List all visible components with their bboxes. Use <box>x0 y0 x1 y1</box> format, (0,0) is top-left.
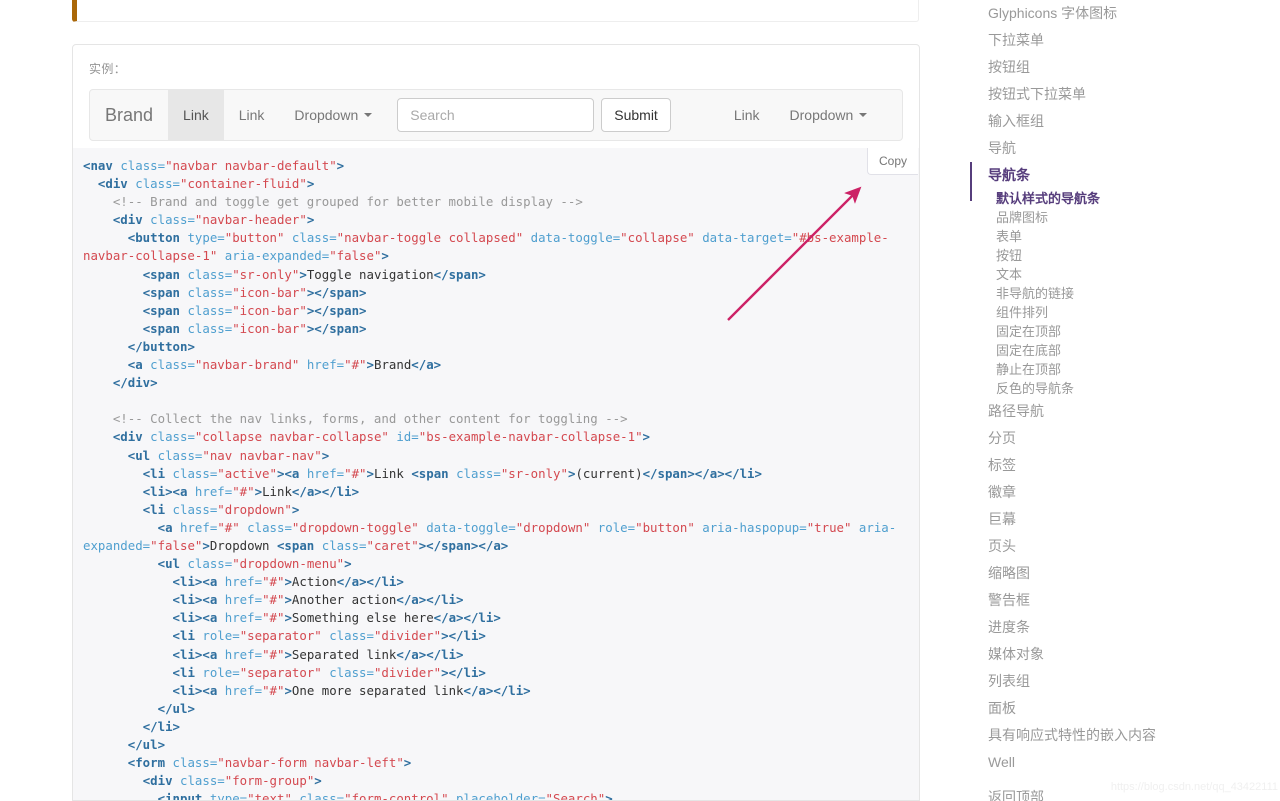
code-line: </ul> <box>157 700 195 716</box>
sidebar-item[interactable]: Well <box>950 749 1280 776</box>
code-line: <form class="navbar-form navbar-left"> <box>127 755 412 771</box>
sidebar-item[interactable]: 媒体对象 <box>950 641 1280 668</box>
navbar-link-right[interactable]: Link <box>719 90 775 140</box>
code-line: <li class="dropdown"> <box>142 501 300 517</box>
navbar-brand-link[interactable]: Brand <box>90 90 168 140</box>
code-line: <ul class="nav navbar-nav"> <box>127 447 330 463</box>
sidebar-subitem[interactable]: 非导航的链接 <box>950 284 1280 303</box>
navbar-dropdown-left[interactable]: Dropdown <box>279 90 387 140</box>
sidebar-item[interactable]: 按钮式下拉菜单 <box>950 81 1280 108</box>
sidebar-item[interactable]: 导航条 <box>950 162 1280 201</box>
sidebar-item[interactable]: 巨幕 <box>950 506 1280 533</box>
code-line: <li><a href="#">Separated link</a></li> <box>172 646 464 662</box>
navbar-dropdown-left-label: Dropdown <box>294 107 359 123</box>
sidebar-subitem[interactable]: 反色的导航条 <box>950 379 1280 398</box>
sidebar-item[interactable]: 标签 <box>950 452 1280 479</box>
sidebar-subitem[interactable]: 默认样式的导航条 <box>950 189 1280 208</box>
sidebar-subitem[interactable]: 静止在顶部 <box>950 360 1280 379</box>
sidebar-subitem[interactable]: 文本 <box>950 265 1280 284</box>
code-line: </button> <box>127 338 195 354</box>
code-line: </ul> <box>127 737 166 752</box>
code-line: <input type="text" class="form-control" … <box>157 791 613 801</box>
code-line: <li role="separator" class="divider"></l… <box>172 664 486 680</box>
code-line: <button type="button" class="navbar-togg… <box>83 230 889 264</box>
code-line: <div class="navbar-header"> <box>112 212 315 228</box>
sidebar-item[interactable]: 进度条 <box>950 614 1280 641</box>
caret-down-icon <box>364 113 373 117</box>
code-line: <div class="form-group"> <box>142 773 322 789</box>
code-line: <span class="sr-only">Toggle navigation<… <box>142 266 486 282</box>
example-panel: 实例： Brand Link Link Dropdown Submit L <box>72 44 920 158</box>
main-content-column: 实例： Brand Link Link Dropdown Submit L <box>0 0 950 801</box>
code-line: <li><a href="#">Link</a></li> <box>142 483 360 499</box>
sidebar-subitem[interactable]: 表单 <box>950 227 1280 246</box>
sidebar-subitem[interactable]: 按钮 <box>950 246 1280 265</box>
code-line: <li><a href="#">Action</a></li> <box>172 574 404 590</box>
code-line: <nav class="navbar navbar-default"> <box>83 158 345 173</box>
sidebar-item[interactable]: 徽章 <box>950 479 1280 506</box>
code-line: <li class="active"><a href="#">Link <spa… <box>142 465 762 481</box>
navbar-link-second[interactable]: Link <box>224 90 280 140</box>
callout-box-partial <box>72 0 919 22</box>
code-line: <li><a href="#">One more separated link<… <box>172 682 531 698</box>
sidebar-item[interactable]: 具有响应式特性的嵌入内容 <box>950 722 1280 749</box>
sidebar-item[interactable]: 分页 <box>950 425 1280 452</box>
sidebar-item[interactable]: 输入框组 <box>950 108 1280 135</box>
sidebar-item[interactable]: 面板 <box>950 695 1280 722</box>
submit-button[interactable]: Submit <box>601 98 671 132</box>
navbar-dropdown-right-label: Dropdown <box>789 107 854 123</box>
code-line: <span class="icon-bar"></span> <box>142 302 367 318</box>
sidebar-item[interactable]: Glyphicons 字体图标 <box>950 0 1280 27</box>
sidebar-subnav: 默认样式的导航条 品牌图标 表单 按钮 文本 非导航的链接 组件排列 固定在顶部 固定在底部 静止… <box>950 189 1280 398</box>
sidebar-item[interactable]: 下拉菜单 <box>950 27 1280 54</box>
code-line: <li><a href="#">Something else here</a><… <box>172 610 501 626</box>
code-line: </div> <box>112 375 158 391</box>
sidebar-item[interactable]: 警告框 <box>950 587 1280 614</box>
sidebar-item[interactable]: 按钮组 <box>950 54 1280 81</box>
navbar-right-group: Link Dropdown <box>719 90 883 140</box>
code-source-text[interactable]: <nav class="navbar navbar-default"> <div… <box>73 148 919 801</box>
code-highlight-block: Copy <nav class="navbar navbar-default">… <box>72 148 920 801</box>
sidebar-item[interactable]: 路径导航 <box>950 398 1280 425</box>
sidebar-subitem[interactable]: 固定在底部 <box>950 341 1280 360</box>
navbar-search-form: Submit <box>397 90 671 140</box>
copy-button[interactable]: Copy <box>866 148 918 175</box>
back-to-top-link[interactable]: 返回顶部 <box>988 787 1044 801</box>
caret-down-icon <box>859 113 868 117</box>
sidebar-item[interactable]: 导航 <box>950 135 1280 162</box>
example-panel-body: Brand Link Link Dropdown Submit Link <box>73 45 919 157</box>
sidebar-nav: Glyphicons 字体图标 下拉菜单 按钮组 按钮式下拉菜单 输入框组 导航 导航条 默认… <box>950 0 1280 801</box>
example-panel-label: 实例： <box>89 62 127 76</box>
navbar-link-active[interactable]: Link <box>168 90 224 140</box>
code-line: </li> <box>142 718 180 734</box>
sidebar-subitem[interactable]: 组件排列 <box>950 303 1280 322</box>
code-line: <li role="separator" class="divider"></l… <box>172 628 486 644</box>
page-root: 实例： Brand Link Link Dropdown Submit L <box>0 0 1280 801</box>
code-line: <div class="container-fluid"> <box>97 176 315 192</box>
code-line: <li><a href="#">Another action</a></li> <box>172 592 464 608</box>
code-line: <!-- Collect the nav links, forms, and o… <box>112 411 628 427</box>
sidebar-item[interactable]: 列表组 <box>950 668 1280 695</box>
sidebar-list: Glyphicons 字体图标 下拉菜单 按钮组 按钮式下拉菜单 输入框组 导航 导航条 默认… <box>950 0 1280 776</box>
code-line: <span class="icon-bar"></span> <box>142 320 367 336</box>
search-input[interactable] <box>397 98 595 132</box>
code-line: <a class="navbar-brand" href="#">Brand</… <box>127 357 442 373</box>
code-line: <div class="collapse navbar-collapse" id… <box>112 429 650 445</box>
sidebar-item[interactable]: 页头 <box>950 533 1280 560</box>
navbar-demo: Brand Link Link Dropdown Submit Link <box>89 89 903 141</box>
watermark-text: https://blog.csdn.net/qq_43422111 <box>1110 781 1278 793</box>
code-line: <span class="icon-bar"></span> <box>142 284 367 300</box>
sidebar-item[interactable]: 缩略图 <box>950 560 1280 587</box>
code-line: <a href="#" class="dropdown-toggle" data… <box>83 519 897 553</box>
code-line: <ul class="dropdown-menu"> <box>157 556 352 572</box>
sidebar-subitem[interactable]: 品牌图标 <box>950 208 1280 227</box>
sidebar-subitem[interactable]: 固定在顶部 <box>950 322 1280 341</box>
navbar-dropdown-right[interactable]: Dropdown <box>775 90 883 140</box>
code-line: <!-- Brand and toggle get grouped for be… <box>112 194 583 210</box>
